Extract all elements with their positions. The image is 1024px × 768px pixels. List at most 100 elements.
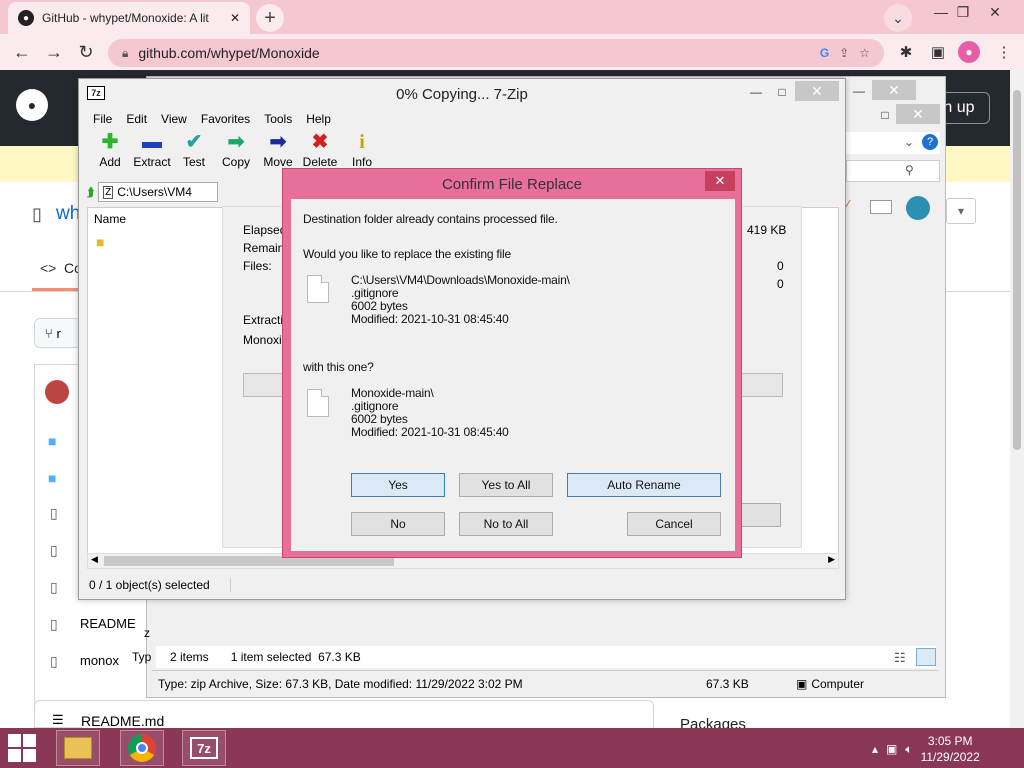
up-folder-icon[interactable]: ⮭ <box>87 185 94 200</box>
menu-bar: File Edit View Favorites Tools Help <box>85 109 841 129</box>
copy-button[interactable]: ➡ Copy <box>215 131 257 177</box>
incoming-modified: Modified: 2021-10-31 08:45:40 <box>351 425 509 439</box>
explorer-inner-controls: □ ✕ <box>872 102 942 124</box>
details-view-icon[interactable]: ☷ <box>894 650 906 666</box>
explorer-title-controls: — ✕ <box>846 78 940 102</box>
reload-icon[interactable]: ↻ <box>74 40 98 64</box>
drive-icon: Z <box>103 185 114 199</box>
no-to-all-button[interactable]: No to All <box>459 512 553 536</box>
explorer-ribbon: ⌄ ? <box>846 132 940 154</box>
menu-file[interactable]: File <box>93 112 112 126</box>
url-text: github.com/whypet/Monoxide <box>138 45 320 61</box>
explorer-search-box[interactable]: ⚲ <box>846 160 940 182</box>
folder-icon: ■ <box>48 433 57 449</box>
size-value: 419 KB <box>747 223 787 237</box>
yes-to-all-button[interactable]: Yes to All <box>459 473 553 497</box>
file-icon <box>307 389 329 417</box>
committer-avatar[interactable] <box>45 380 69 404</box>
dropdown-chevron-icon[interactable]: ▾ <box>946 198 976 224</box>
test-button[interactable]: ✔ Test <box>173 131 215 177</box>
folder-icon[interactable]: ■ <box>96 234 104 250</box>
minimize-icon[interactable]: — <box>743 83 769 101</box>
forward-arrow-icon[interactable]: → <box>42 40 66 64</box>
tab-close-icon[interactable]: ✕ <box>230 11 240 25</box>
auto-rename-button[interactable]: Auto Rename <box>567 473 721 497</box>
close-window-icon[interactable]: ✕ <box>978 0 1012 24</box>
extensions-puzzle-icon[interactable]: ✱ <box>896 42 916 62</box>
close-icon[interactable]: ✕ <box>896 104 940 124</box>
file-name[interactable]: README <box>80 616 136 631</box>
minimize-icon[interactable]: — <box>846 82 872 100</box>
existing-name: .gitignore <box>351 286 399 300</box>
chrome-taskbar-button[interactable] <box>120 730 164 766</box>
cancel-button[interactable]: Cancel <box>627 512 721 536</box>
repo-name[interactable]: wh <box>56 203 80 225</box>
window-title-text: 0% Copying... 7-Zip <box>396 85 528 103</box>
menu-help[interactable]: Help <box>306 112 331 126</box>
file-name[interactable]: monox <box>80 653 119 668</box>
github-logo-icon[interactable]: ● <box>16 89 48 121</box>
address-bar[interactable]: 🔒︎ github.com/whypet/Monoxide G ⇪ ☆ <box>108 39 884 67</box>
incoming-size: 6002 bytes <box>351 412 408 426</box>
new-tab-button[interactable]: + <box>256 4 284 32</box>
windows-start-icon[interactable] <box>8 734 38 762</box>
extract-icon: ▬ <box>142 131 162 153</box>
page-scrollbar[interactable] <box>1010 70 1024 728</box>
chevron-down-icon[interactable]: ⌄ <box>904 135 914 149</box>
column-header-name[interactable]: Name <box>88 208 228 230</box>
maximize-icon[interactable]: □ <box>769 83 795 101</box>
sevenzip-taskbar-button[interactable]: 7z <box>182 730 226 766</box>
shell-icon[interactable] <box>906 196 930 220</box>
google-translate-icon[interactable]: G <box>820 46 829 60</box>
explorer-partial-col: z <box>144 626 150 640</box>
menu-edit[interactable]: Edit <box>126 112 147 126</box>
restore-icon[interactable]: □ <box>872 106 898 124</box>
file-list-panel <box>34 364 82 728</box>
lock-icon: 🔒︎ <box>122 45 129 60</box>
folder-icon: ■ <box>48 470 57 486</box>
menu-view[interactable]: View <box>161 112 187 126</box>
yes-button[interactable]: Yes <box>351 473 445 497</box>
restore-icon[interactable]: ❐ <box>946 0 980 24</box>
scroll-right-icon[interactable]: ▶ <box>828 554 835 565</box>
status-bar: 0 / 1 object(s) selected <box>87 575 839 595</box>
close-icon[interactable]: ✕ <box>872 80 916 100</box>
share-icon[interactable]: ⇪ <box>839 46 849 60</box>
delete-icon: ✖ <box>311 131 329 153</box>
dialog-title: Confirm File Replace <box>441 175 583 193</box>
close-icon[interactable]: ✕ <box>795 81 839 101</box>
copy-icon: ➡ <box>227 131 245 153</box>
network-icon[interactable]: ▣ <box>886 742 897 756</box>
side-panel-icon[interactable]: ▣ <box>928 42 948 62</box>
add-button[interactable]: ✚ Add <box>89 131 131 177</box>
menu-favorites[interactable]: Favorites <box>201 112 250 126</box>
mail-icon[interactable] <box>870 200 892 214</box>
back-arrow-icon[interactable]: ← <box>10 40 34 64</box>
selected-count: 1 item selected 67.3 KB <box>230 650 361 664</box>
system-tray: ▴ ▣ 🔈︎ 3:05 PM 11/29/2022 <box>872 732 1022 766</box>
extract-button[interactable]: ▬ Extract <box>131 131 173 177</box>
bookmark-star-icon[interactable]: ☆ <box>859 46 870 60</box>
close-icon[interactable]: ✕ <box>705 171 735 191</box>
test-icon: ✔ <box>185 131 203 153</box>
path-input[interactable]: Z C:\Users\VM4 <box>98 182 219 202</box>
no-button[interactable]: No <box>351 512 445 536</box>
edit-icon[interactable]: ⁄ <box>846 198 849 216</box>
code-tab-icon: <> <box>40 260 57 276</box>
menu-tools[interactable]: Tools <box>264 112 292 126</box>
explorer-partial-type: Typ <box>132 650 152 664</box>
scroll-left-icon[interactable]: ◀ <box>91 554 98 565</box>
file-explorer-taskbar-button[interactable] <box>56 730 100 766</box>
tab-search-chevron-icon[interactable]: ⌄ <box>884 4 912 32</box>
browser-tab[interactable]: ● GitHub - whypet/Monoxide: A lit ✕ <box>8 2 250 34</box>
show-hidden-icons-icon[interactable]: ▴ <box>872 742 878 756</box>
incoming-name: .gitignore <box>351 399 399 413</box>
profile-avatar-icon[interactable]: ● <box>958 41 980 63</box>
volume-icon[interactable]: 🔈︎ <box>905 742 912 757</box>
elapsed-label: Elapsed <box>243 223 287 237</box>
help-icon[interactable]: ? <box>922 134 938 150</box>
chrome-menu-icon[interactable]: ⋮ <box>994 42 1014 62</box>
clock[interactable]: 3:05 PM 11/29/2022 <box>921 733 980 765</box>
file-icon: ▯ <box>50 653 58 669</box>
large-icons-view-icon[interactable] <box>916 648 936 666</box>
